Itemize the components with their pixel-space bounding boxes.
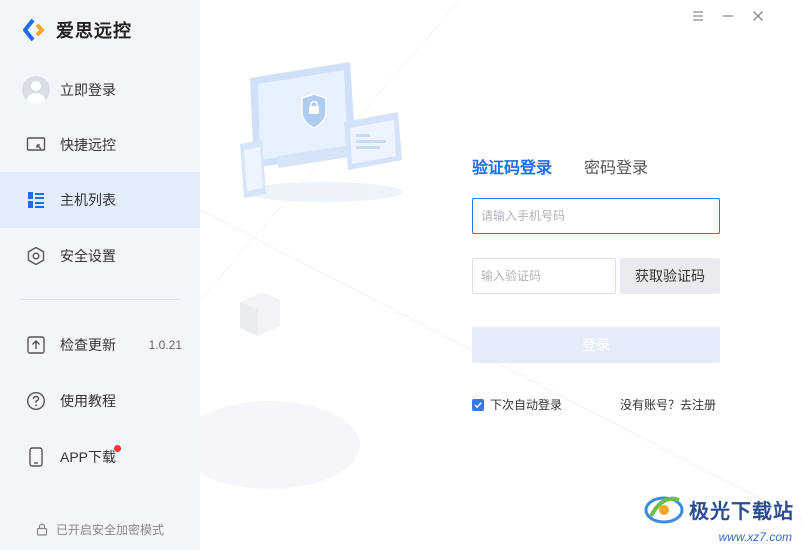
security-status: 已开启安全加密模式 [36,521,164,538]
register-link[interactable]: 没有账号？去注册 [620,396,716,413]
upload-arrow-icon [26,335,46,355]
checkbox-checked-icon[interactable] [472,398,484,411]
sidebar-item-label: 检查更新 [60,337,116,353]
avatar [22,76,50,104]
sidebar-item-label: 安全设置 [60,248,116,264]
login-label: 立即登录 [60,82,116,98]
phone-icon [26,447,46,467]
auto-login-label: 下次自动登录 [490,398,563,412]
sidebar: 爱思远控 立即登录 快捷远控 主机列表 安全设置 检查更新 1.0.21 使用教… [0,0,200,550]
devices-illustration [238,60,408,205]
watermark-url: www.xz7.com [718,530,792,544]
check-update-button[interactable]: 检查更新 1.0.21 [0,317,200,373]
tutorial-button[interactable]: 使用教程 [0,373,200,429]
app-title: 爱思远控 [56,21,132,41]
sidebar-item-label: 使用教程 [60,393,116,409]
sidebar-item-quick-remote[interactable]: 快捷远控 [0,117,200,173]
close-icon [753,11,763,21]
app-download-button[interactable]: APP下载 [0,429,200,485]
sidebar-divider [20,299,180,300]
menu-icon [693,11,703,21]
sidebar-item-label: 主机列表 [60,192,116,208]
lock-icon [36,523,48,536]
tab-password-login[interactable]: 密码登录 [584,154,648,178]
get-code-button[interactable]: 获取验证码 [620,258,720,294]
logo-icon [22,17,48,43]
main-panel: 验证码登录 密码登录 获取验证码 登录 下次自动登录 没有账号？去注册 极光下载… [200,0,802,550]
login-button[interactable]: 立即登录 [0,62,200,118]
verification-code-input[interactable] [472,258,616,294]
sidebar-item-host-list[interactable]: 主机列表 [0,172,200,228]
sidebar-item-security[interactable]: 安全设置 [0,228,200,284]
minimize-button[interactable] [718,6,738,26]
monitor-icon [26,135,46,155]
app-logo: 爱思远控 [22,16,132,44]
hexagon-shield-icon [26,246,46,266]
grid-list-icon [26,190,46,210]
phone-input[interactable] [472,198,720,234]
tab-sms-login[interactable]: 验证码登录 [472,154,552,178]
login-tabs: 验证码登录 密码登录 [472,154,680,178]
watermark: 极光下载站 [643,492,794,526]
watermark-logo-icon [643,492,685,526]
security-status-text: 已开启安全加密模式 [56,523,165,537]
window-controls [682,0,802,32]
close-button[interactable] [748,6,768,26]
sidebar-item-label: APP下载 [60,449,117,465]
auto-login-checkbox[interactable]: 下次自动登录 [472,396,562,413]
login-submit-button[interactable]: 登录 [472,327,720,363]
minimize-icon [723,15,733,17]
menu-button[interactable] [688,6,708,26]
help-circle-icon [26,391,46,411]
version-text: 1.0.21 [148,338,182,352]
watermark-title: 极光下载站 [689,500,794,523]
notification-dot [114,445,121,452]
sidebar-item-label: 快捷远控 [60,137,116,153]
